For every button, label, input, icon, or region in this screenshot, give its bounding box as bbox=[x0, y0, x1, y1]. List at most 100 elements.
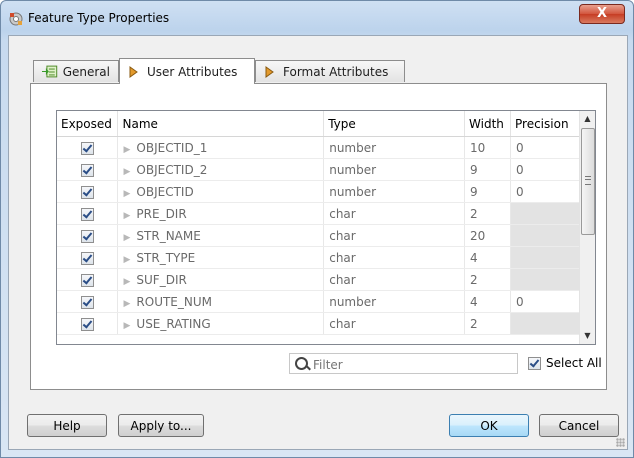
close-icon: X bbox=[596, 6, 608, 21]
table-row[interactable]: ▶ PRE_DIR char 2 bbox=[57, 202, 580, 225]
precision-cell[interactable] bbox=[510, 202, 580, 225]
type-cell[interactable]: char bbox=[323, 224, 466, 247]
exposed-cell[interactable] bbox=[57, 136, 119, 159]
precision-cell[interactable] bbox=[510, 224, 580, 247]
table-row[interactable]: ▶ SUF_DIR char 2 bbox=[57, 268, 580, 291]
header-precision[interactable]: Precision bbox=[510, 111, 580, 137]
header-width[interactable]: Width bbox=[464, 111, 511, 137]
name-cell[interactable]: ▶ SUF_DIR bbox=[117, 268, 325, 291]
scroll-thumb[interactable] bbox=[581, 128, 595, 235]
table-row[interactable]: ▶ OBJECTID_1 number 10 0 bbox=[57, 136, 580, 159]
checkbox-checked-icon[interactable] bbox=[80, 207, 94, 221]
name-cell[interactable]: ▶ ROUTE_NUM bbox=[117, 290, 325, 313]
filter-box[interactable] bbox=[289, 353, 518, 374]
header-type[interactable]: Type bbox=[323, 111, 466, 137]
checkbox-checked-icon[interactable] bbox=[80, 295, 94, 309]
expand-arrow-icon: ▶ bbox=[123, 166, 131, 177]
attribute-name: OBJECTID_1 bbox=[136, 140, 208, 155]
type-cell[interactable]: char bbox=[323, 246, 466, 269]
checkbox-checked-icon[interactable] bbox=[80, 185, 94, 199]
exposed-cell[interactable] bbox=[57, 224, 119, 247]
exposed-cell[interactable] bbox=[57, 180, 119, 203]
table-row[interactable]: ▶ ROUTE_NUM number 4 0 bbox=[57, 290, 580, 313]
expand-arrow-icon: ▶ bbox=[123, 188, 131, 199]
tab-general[interactable]: General bbox=[33, 60, 119, 82]
apply-to-button[interactable]: Apply to... bbox=[118, 414, 204, 437]
table-row[interactable]: ▶ STR_TYPE char 4 bbox=[57, 246, 580, 269]
tab-format-attributes[interactable]: Format Attributes bbox=[255, 60, 405, 82]
name-cell[interactable]: ▶ PRE_DIR bbox=[117, 202, 325, 225]
checkbox-checked-icon[interactable] bbox=[80, 317, 94, 331]
checkbox-checked-icon[interactable] bbox=[80, 141, 94, 155]
name-cell[interactable]: ▶ OBJECTID_1 bbox=[117, 136, 325, 159]
name-cell[interactable]: ▶ OBJECTID_2 bbox=[117, 158, 325, 181]
table-row[interactable]: ▶ OBJECTID number 9 0 bbox=[57, 180, 580, 203]
attribute-name: SUF_DIR bbox=[136, 272, 187, 287]
scroll-up-icon[interactable]: ▲ bbox=[580, 111, 595, 127]
precision-cell[interactable] bbox=[510, 246, 580, 269]
width-cell[interactable]: 4 bbox=[464, 246, 511, 269]
grip-icon bbox=[585, 176, 591, 185]
name-cell[interactable]: ▶ STR_NAME bbox=[117, 224, 325, 247]
type-cell[interactable]: number bbox=[323, 180, 466, 203]
type-cell[interactable]: number bbox=[323, 136, 466, 159]
precision-cell[interactable]: 0 bbox=[510, 180, 580, 203]
expand-arrow-icon: ▶ bbox=[123, 254, 131, 265]
name-cell[interactable]: ▶ OBJECTID bbox=[117, 180, 325, 203]
checkbox-checked-icon[interactable] bbox=[528, 356, 541, 370]
precision-cell[interactable]: 0 bbox=[510, 136, 580, 159]
name-cell[interactable]: ▶ STR_TYPE bbox=[117, 246, 325, 269]
title-bar[interactable]: Feature Type Properties X bbox=[1, 1, 633, 37]
checkbox-checked-icon[interactable] bbox=[80, 163, 94, 177]
ok-button[interactable]: OK bbox=[449, 414, 529, 437]
exposed-cell[interactable] bbox=[57, 290, 119, 313]
width-cell[interactable]: 9 bbox=[464, 158, 511, 181]
exposed-cell[interactable] bbox=[57, 268, 119, 291]
width-cell[interactable]: 2 bbox=[464, 312, 511, 335]
type-cell[interactable]: char bbox=[323, 312, 466, 335]
help-button[interactable]: Help bbox=[27, 414, 107, 437]
select-all-checkbox[interactable]: Select All bbox=[528, 356, 602, 370]
precision-cell[interactable]: 0 bbox=[510, 290, 580, 313]
name-cell[interactable]: ▶ USE_RATING bbox=[117, 312, 325, 335]
checkbox-checked-icon[interactable] bbox=[80, 229, 94, 243]
width-cell[interactable]: 20 bbox=[464, 224, 511, 247]
width-cell[interactable]: 4 bbox=[464, 290, 511, 313]
exposed-cell[interactable] bbox=[57, 246, 119, 269]
table-row[interactable]: ▶ USE_RATING char 2 bbox=[57, 312, 580, 335]
tab-user-attributes[interactable]: User Attributes bbox=[119, 58, 255, 84]
precision-cell[interactable] bbox=[510, 268, 580, 291]
scroll-down-icon[interactable]: ▼ bbox=[580, 328, 595, 344]
checkbox-checked-icon[interactable] bbox=[80, 251, 94, 265]
width-cell[interactable]: 2 bbox=[464, 268, 511, 291]
close-button[interactable]: X bbox=[579, 4, 625, 24]
vertical-scrollbar[interactable]: ▲ ▼ bbox=[579, 111, 595, 344]
attribute-name: OBJECTID_2 bbox=[136, 162, 208, 177]
exposed-cell[interactable] bbox=[57, 312, 119, 335]
expand-arrow-icon: ▶ bbox=[123, 232, 131, 243]
table-row[interactable]: ▶ STR_NAME char 20 bbox=[57, 224, 580, 247]
exposed-cell[interactable] bbox=[57, 202, 119, 225]
width-cell[interactable]: 9 bbox=[464, 180, 511, 203]
width-cell[interactable]: 2 bbox=[464, 202, 511, 225]
precision-cell[interactable] bbox=[510, 312, 580, 335]
width-cell[interactable]: 10 bbox=[464, 136, 511, 159]
cancel-button[interactable]: Cancel bbox=[539, 414, 619, 437]
type-cell[interactable]: char bbox=[323, 202, 466, 225]
type-cell[interactable]: char bbox=[323, 268, 466, 291]
select-all-label: Select All bbox=[546, 356, 602, 370]
header-exposed[interactable]: Exposed bbox=[57, 111, 119, 137]
type-cell[interactable]: number bbox=[323, 158, 466, 181]
checkbox-checked-icon[interactable] bbox=[80, 273, 94, 287]
header-name[interactable]: Name bbox=[117, 111, 325, 137]
diamond-pointer-icon bbox=[129, 65, 138, 78]
exposed-cell[interactable] bbox=[57, 158, 119, 181]
resize-grip-icon[interactable] bbox=[616, 438, 625, 447]
attribute-name: STR_NAME bbox=[136, 228, 201, 243]
filter-input[interactable] bbox=[311, 355, 515, 374]
apply-to-button-label: Apply to... bbox=[130, 418, 192, 433]
type-cell[interactable]: number bbox=[323, 290, 466, 313]
table-row[interactable]: ▶ OBJECTID_2 number 9 0 bbox=[57, 158, 580, 181]
help-button-label: Help bbox=[53, 418, 81, 433]
precision-cell[interactable]: 0 bbox=[510, 158, 580, 181]
